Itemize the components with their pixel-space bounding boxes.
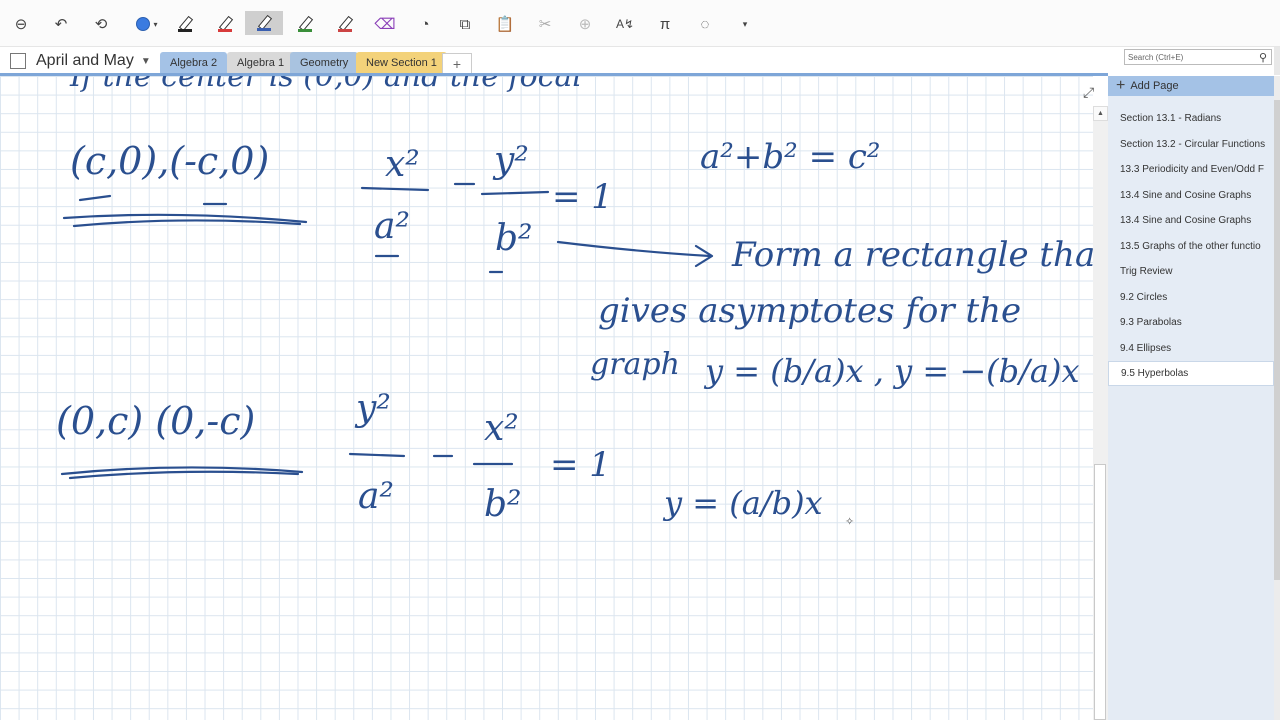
tab-algebra-2[interactable]: Algebra 2 bbox=[160, 52, 228, 74]
ink-toolbar: ⊖ ↶ ⟲ ▾ ⌫ ◔ ⧉ 📋 ✂ ⊕ A↯ π ◌ ▾ bbox=[0, 0, 1280, 47]
ink-underline-1b bbox=[72, 219, 302, 228]
ink-foci-horizontal: (c,0),(-c,0) bbox=[70, 139, 269, 183]
chevron-down-icon: ▼ bbox=[140, 55, 151, 67]
ink-frac-line-1 bbox=[360, 186, 430, 192]
ink-eq-h-y: y² bbox=[492, 140, 529, 181]
scrollbar-thumb[interactable] bbox=[1094, 464, 1106, 720]
pen-green-icon[interactable] bbox=[292, 11, 318, 37]
page-item[interactable]: Section 13.1 - Radians bbox=[1108, 106, 1274, 131]
ink-eq-v-one: = 1 bbox=[550, 445, 611, 485]
ink-eq-v-b: b² bbox=[484, 484, 521, 525]
page-item[interactable]: 9.4 Ellipses bbox=[1108, 336, 1274, 361]
cursor-crosshair-icon: ✧ bbox=[845, 515, 854, 528]
search-input[interactable]: Search (Ctrl+E) ⚲ bbox=[1124, 49, 1272, 65]
ink-top-line: If the center is (0,0) and the focal bbox=[69, 76, 582, 94]
ink-eq-h-one: = 1 bbox=[552, 177, 613, 217]
paste-icon[interactable]: 📋 bbox=[492, 11, 518, 37]
forward-icon[interactable]: ⊕ bbox=[572, 11, 598, 37]
ink-tick-1 bbox=[78, 194, 112, 202]
note-canvas[interactable]: If the center is (0,0) and the focal (c,… bbox=[0, 76, 1093, 720]
ink-foci-vertical: (0,c) (0,-c) bbox=[56, 399, 255, 443]
canvas-scrollbar[interactable]: ▲ bbox=[1093, 106, 1108, 720]
ink-eq-h-b: b² bbox=[495, 218, 532, 259]
ink-eq-h-a: a² bbox=[374, 206, 410, 247]
notebook-icon bbox=[10, 53, 26, 69]
ink-asym-1: y = (b/a)x , y = −(b/a)x bbox=[703, 352, 1080, 390]
ink-pythag: a²+b² = c² bbox=[700, 137, 881, 177]
expand-icon[interactable]: ⤢ bbox=[1083, 84, 1094, 101]
page-item[interactable]: 13.4 Sine and Cosine Graphs bbox=[1108, 183, 1274, 208]
ink-note-1: Form a rectangle that bbox=[731, 235, 1093, 275]
notebook-title: April and May bbox=[36, 52, 134, 69]
pen-red-2-icon[interactable] bbox=[332, 11, 358, 37]
scroll-up-icon[interactable]: ▲ bbox=[1093, 106, 1108, 121]
pen-red-icon[interactable] bbox=[212, 11, 238, 37]
page-item[interactable]: Trig Review bbox=[1108, 259, 1274, 284]
header-scrollbar bbox=[1274, 47, 1280, 75]
tab-algebra-1[interactable]: Algebra 1 bbox=[227, 52, 295, 74]
plus-icon: + bbox=[1116, 77, 1126, 94]
search-icon: ⚲ bbox=[1258, 52, 1267, 64]
insert-picture-icon[interactable]: ⧉ bbox=[452, 11, 478, 37]
ink-underline-2b bbox=[68, 470, 300, 480]
ink-eq-v-a: a² bbox=[358, 476, 394, 517]
math-icon[interactable]: π bbox=[652, 11, 678, 37]
page-item[interactable]: Section 13.2 - Circular Functions bbox=[1108, 132, 1274, 157]
ink-eq-v-x: x² bbox=[484, 408, 519, 449]
ink-asym-2: y = (a/b)x bbox=[662, 484, 823, 522]
tab-geometry[interactable]: Geometry bbox=[290, 52, 359, 74]
page-item-active[interactable]: 9.5 Hyperbolas bbox=[1108, 361, 1274, 386]
pen-blue-icon[interactable] bbox=[245, 11, 283, 35]
pages-pane: + Add Page Section 13.1 - Radians Sectio… bbox=[1108, 76, 1274, 720]
ink-to-shape-icon[interactable]: ◔ bbox=[412, 11, 438, 37]
page-item[interactable]: 9.2 Circles bbox=[1108, 285, 1274, 310]
search-placeholder: Search (Ctrl+E) bbox=[1128, 52, 1184, 62]
notebook-selector[interactable]: April and May ▼ bbox=[10, 49, 151, 73]
add-page-label: Add Page bbox=[1130, 80, 1179, 92]
ink-note-3: graph bbox=[590, 347, 680, 382]
add-page-button[interactable]: + Add Page bbox=[1108, 76, 1274, 96]
section-header: April and May ▼ Algebra 2 Algebra 1 Geom… bbox=[0, 47, 1280, 75]
page-item[interactable]: 13.4 Sine and Cosine Graphs bbox=[1108, 208, 1274, 233]
ink-eq-v-y: y² bbox=[354, 388, 391, 429]
lasso-icon[interactable]: ⟲ bbox=[88, 11, 114, 37]
pages-pane-empty bbox=[1108, 386, 1274, 720]
ink-note-2: gives asymptotes for the bbox=[598, 291, 1021, 331]
color-circle-icon[interactable]: ▾ bbox=[130, 11, 164, 37]
pen-black-icon[interactable] bbox=[172, 11, 198, 37]
ink-eq-h-x: x² bbox=[385, 144, 420, 185]
page-item[interactable]: 13.3 Periodicity and Even/Odd F bbox=[1108, 157, 1274, 182]
add-section-button[interactable]: + bbox=[442, 53, 472, 74]
tab-new-section-1[interactable]: New Section 1 bbox=[356, 52, 447, 74]
back-icon[interactable]: ⊖ bbox=[8, 11, 34, 37]
cut-icon[interactable]: ✂ bbox=[532, 11, 558, 37]
replay-icon[interactable]: ◌ bbox=[692, 11, 718, 37]
page-item[interactable]: 13.5 Graphs of the other functio bbox=[1108, 234, 1274, 259]
undo-icon[interactable]: ↶ bbox=[48, 11, 74, 37]
ink-arrow-shaft bbox=[556, 240, 712, 258]
page-item[interactable]: 9.3 Parabolas bbox=[1108, 310, 1274, 335]
eraser-icon[interactable]: ⌫ bbox=[372, 11, 398, 37]
ink-layer: If the center is (0,0) and the focal (c,… bbox=[56, 76, 1093, 528]
ink-frac-line-2 bbox=[480, 190, 550, 196]
ink-frac-line-3 bbox=[348, 452, 406, 458]
ink-to-text-icon[interactable]: A↯ bbox=[612, 11, 638, 37]
pages-scrollbar-thumb[interactable] bbox=[1274, 100, 1280, 580]
more-icon[interactable]: ▾ bbox=[732, 11, 758, 37]
